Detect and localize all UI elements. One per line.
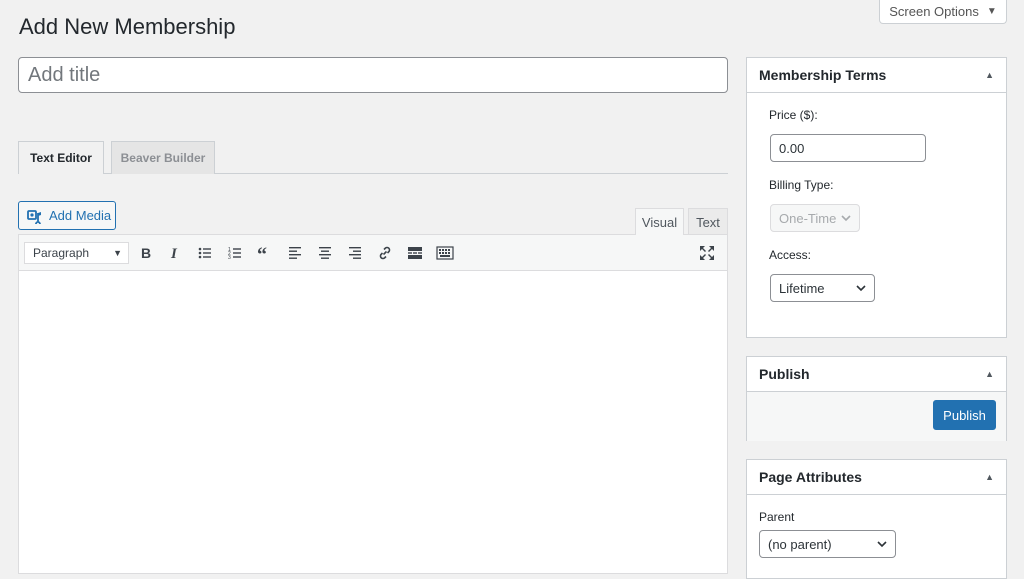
read-more-icon (408, 247, 422, 259)
access-select[interactable]: Lifetime (770, 274, 875, 302)
billing-type-label: Billing Type: (769, 178, 834, 192)
blockquote-button[interactable]: “ (254, 242, 276, 264)
format-select-value: Paragraph (33, 246, 90, 260)
align-left-button[interactable] (284, 242, 306, 264)
chevron-down-icon (856, 285, 866, 292)
membership-terms-header[interactable]: Membership Terms ▲ (747, 58, 1006, 93)
tab-visual[interactable]: Visual (635, 208, 684, 235)
italic-button[interactable]: I (164, 242, 186, 264)
chevron-down-icon (877, 541, 887, 548)
collapse-up-icon[interactable]: ▲ (985, 70, 994, 80)
fullscreen-button[interactable] (696, 242, 718, 264)
add-media-icon (27, 209, 41, 224)
tab-text[interactable]: Text (688, 208, 728, 235)
align-right-button[interactable] (344, 242, 366, 264)
collapse-up-icon[interactable]: ▲ (985, 472, 994, 482)
publish-button-label: Publish (943, 407, 986, 423)
align-center-button[interactable] (314, 242, 336, 264)
publish-title: Publish (759, 366, 810, 382)
read-more-button[interactable] (404, 242, 426, 264)
fullscreen-icon (700, 246, 714, 260)
price-value: 0.00 (779, 140, 805, 156)
numbered-list-icon: 1 2 3 (228, 247, 241, 261)
format-select[interactable]: Paragraph ▼ (24, 242, 129, 264)
tab-text-label: Text (696, 214, 720, 230)
insert-link-icon (379, 246, 391, 260)
tab-beaver-builder[interactable]: Beaver Builder (111, 141, 215, 174)
align-right-icon (349, 247, 361, 259)
billing-type-value: One-Time (779, 210, 837, 226)
parent-select[interactable]: (no parent) (759, 530, 896, 558)
svg-text:I: I (170, 246, 178, 262)
publish-actions: Publish (747, 392, 1006, 441)
italic-icon: I (170, 246, 178, 262)
page-attributes-title: Page Attributes (759, 469, 862, 485)
screen-options-button[interactable]: Screen Options ▼ (879, 0, 1007, 24)
blockquote-icon: “ (257, 244, 267, 262)
svg-text:“: “ (257, 244, 267, 262)
svg-text:B: B (141, 245, 151, 261)
caret-down-icon: ▼ (986, 6, 997, 17)
numbered-list-button[interactable]: 1 2 3 (224, 242, 246, 264)
add-media-button[interactable]: Add Media (18, 201, 116, 230)
select-arrow-icon: ▼ (113, 248, 122, 258)
publish-header[interactable]: Publish ▲ (747, 357, 1006, 392)
parent-value: (no parent) (768, 536, 832, 552)
access-value: Lifetime (779, 280, 825, 296)
publish-button[interactable]: Publish (933, 400, 996, 430)
bold-button[interactable]: B (135, 242, 157, 264)
bulleted-list-icon (198, 247, 211, 259)
align-left-icon (289, 247, 301, 259)
screen-options-label: Screen Options (889, 4, 979, 19)
editor-content-area[interactable] (18, 234, 728, 574)
tab-beaver-builder-label: Beaver Builder (120, 151, 206, 165)
add-media-label: Add Media (49, 208, 112, 223)
toolbar-toggle-button[interactable] (434, 242, 456, 264)
tab-visual-label: Visual (641, 214, 678, 230)
collapse-up-icon[interactable]: ▲ (985, 369, 994, 379)
tab-text-editor-label: Text Editor (30, 151, 92, 165)
bold-icon: B (141, 245, 151, 261)
insert-link-button[interactable] (374, 242, 396, 264)
access-label: Access: (769, 248, 812, 262)
svg-text:3: 3 (228, 255, 231, 261)
price-input[interactable]: 0.00 (770, 134, 926, 162)
billing-type-select: One-Time (770, 204, 860, 232)
chevron-down-icon (841, 215, 851, 222)
page-title: Add New Membership (19, 14, 236, 39)
publish-panel: Publish ▲ Publish (746, 356, 1007, 441)
title-input[interactable] (18, 57, 728, 93)
toolbar-toggle-icon (436, 246, 454, 260)
bulleted-list-button[interactable] (194, 242, 216, 264)
tab-text-editor[interactable]: Text Editor (18, 141, 104, 174)
align-center-icon (319, 247, 331, 259)
page-attributes-header[interactable]: Page Attributes ▲ (747, 460, 1006, 495)
price-label: Price ($): (769, 108, 818, 122)
membership-terms-title: Membership Terms (759, 67, 887, 83)
parent-label: Parent (759, 510, 795, 524)
